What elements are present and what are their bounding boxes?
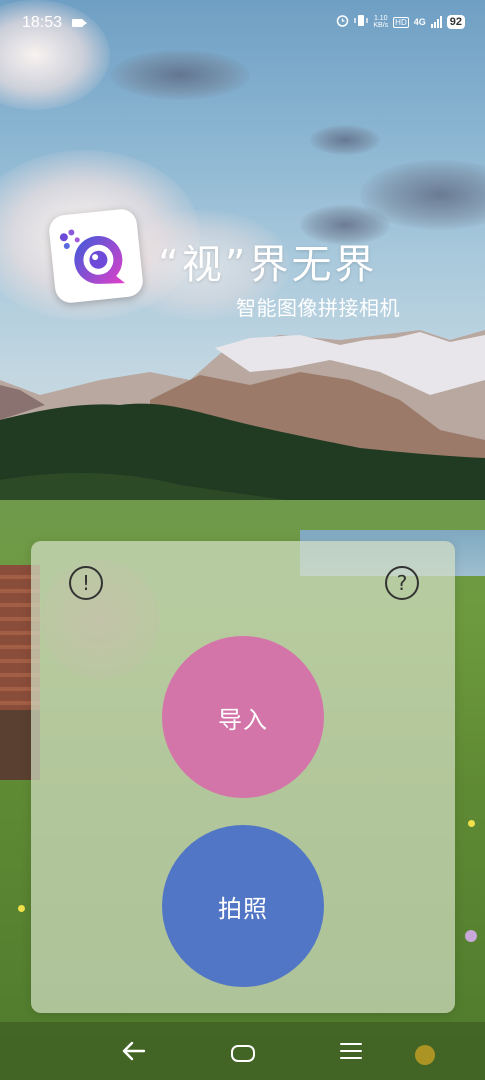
app-screen: 18:53 1.10 KB/s HD 4G 92 “视”界无界 智能图像拼接相机… xyxy=(0,0,485,1080)
info-icon[interactable]: ! xyxy=(69,566,103,600)
app-subtitle: 智能图像拼接相机 xyxy=(236,296,400,320)
network-type: 4G xyxy=(413,17,426,27)
help-icon[interactable]: ? xyxy=(385,566,419,600)
import-button[interactable]: 导入 xyxy=(162,636,324,798)
video-recording-icon xyxy=(72,19,87,27)
net-speed-unit: KB/s xyxy=(373,22,389,29)
home-icon[interactable] xyxy=(231,1045,255,1062)
flower xyxy=(18,905,25,912)
menu-icon[interactable] xyxy=(340,1043,362,1061)
battery-icon: 92 xyxy=(446,15,465,29)
net-speed: 1.10 KB/s xyxy=(373,15,388,29)
take-photo-button-label: 拍照 xyxy=(218,894,268,923)
hd-icon: HD xyxy=(393,16,409,28)
signal-icon xyxy=(430,16,442,28)
status-icons: 1.10 KB/s HD 4G 92 xyxy=(336,14,465,30)
battery-level: 92 xyxy=(449,16,462,28)
alarm-icon xyxy=(336,14,349,30)
import-button-label: 导入 xyxy=(218,705,268,734)
net-speed-value: 1.10 xyxy=(373,15,388,22)
vibrate-icon xyxy=(354,14,369,30)
app-logo xyxy=(47,207,145,305)
app-title: “视”界无界 xyxy=(158,242,378,288)
back-icon[interactable] xyxy=(120,1036,148,1066)
status-time: 18:53 xyxy=(22,14,63,31)
status-bar: 18:53 1.10 KB/s HD 4G 92 xyxy=(0,0,485,48)
take-photo-button[interactable]: 拍照 xyxy=(162,825,324,987)
flower xyxy=(465,930,477,942)
snail-eye-icon xyxy=(59,229,125,284)
flower xyxy=(468,820,475,827)
